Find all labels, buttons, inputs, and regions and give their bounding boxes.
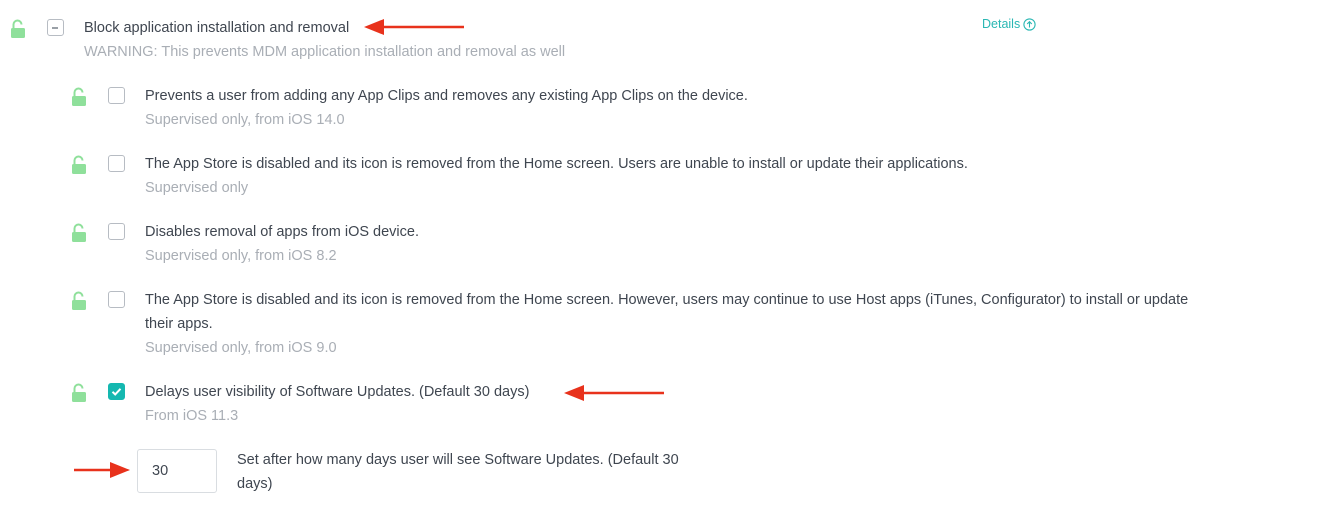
option-note: Supervised only, from iOS 14.0 bbox=[145, 112, 345, 128]
option-note: Supervised only, from iOS 9.0 bbox=[145, 340, 337, 356]
option-label-line2: their apps. bbox=[145, 316, 213, 332]
group-title: Block application installation and remov… bbox=[84, 20, 350, 36]
deferral-days-input[interactable] bbox=[137, 449, 217, 493]
option-label: Disables removal of apps from iOS device… bbox=[145, 224, 419, 240]
app-clips-checkbox[interactable] bbox=[108, 87, 125, 104]
annotation-arrow bbox=[364, 19, 464, 35]
unlock-icon[interactable] bbox=[71, 383, 87, 403]
unlock-icon[interactable] bbox=[71, 87, 87, 107]
deferral-description-line1: Set after how many days user will see So… bbox=[237, 452, 679, 468]
deferral-description-line2: days) bbox=[237, 476, 273, 492]
unlock-icon[interactable] bbox=[71, 291, 87, 311]
group-warning: WARNING: This prevents MDM application i… bbox=[84, 44, 566, 60]
block-app-install-checkbox[interactable] bbox=[47, 19, 64, 36]
checkmark-icon bbox=[111, 387, 121, 396]
app-store-disabled-checkbox[interactable] bbox=[108, 155, 125, 172]
option-label: Prevents a user from adding any App Clip… bbox=[145, 88, 748, 104]
option-label-line1: The App Store is disabled and its icon i… bbox=[145, 292, 1189, 308]
unlock-icon[interactable] bbox=[71, 155, 87, 175]
option-note: From iOS 11.3 bbox=[145, 408, 239, 424]
software-update-delay-checkbox[interactable] bbox=[108, 383, 125, 400]
app-store-host-apps-checkbox[interactable] bbox=[108, 291, 125, 308]
annotation-arrow bbox=[74, 462, 130, 478]
unlock-icon[interactable] bbox=[71, 223, 87, 243]
details-link[interactable]: Details bbox=[982, 17, 1036, 31]
arrow-up-circle-icon bbox=[1023, 17, 1036, 31]
option-note: Supervised only, from iOS 8.2 bbox=[145, 248, 337, 264]
unlock-icon[interactable] bbox=[10, 19, 26, 39]
option-label: The App Store is disabled and its icon i… bbox=[145, 156, 968, 172]
option-label: Delays user visibility of Software Updat… bbox=[145, 384, 530, 400]
details-label: Details bbox=[982, 17, 1021, 31]
app-removal-checkbox[interactable] bbox=[108, 223, 125, 240]
annotation-arrow bbox=[564, 385, 664, 401]
option-note: Supervised only bbox=[145, 180, 249, 196]
